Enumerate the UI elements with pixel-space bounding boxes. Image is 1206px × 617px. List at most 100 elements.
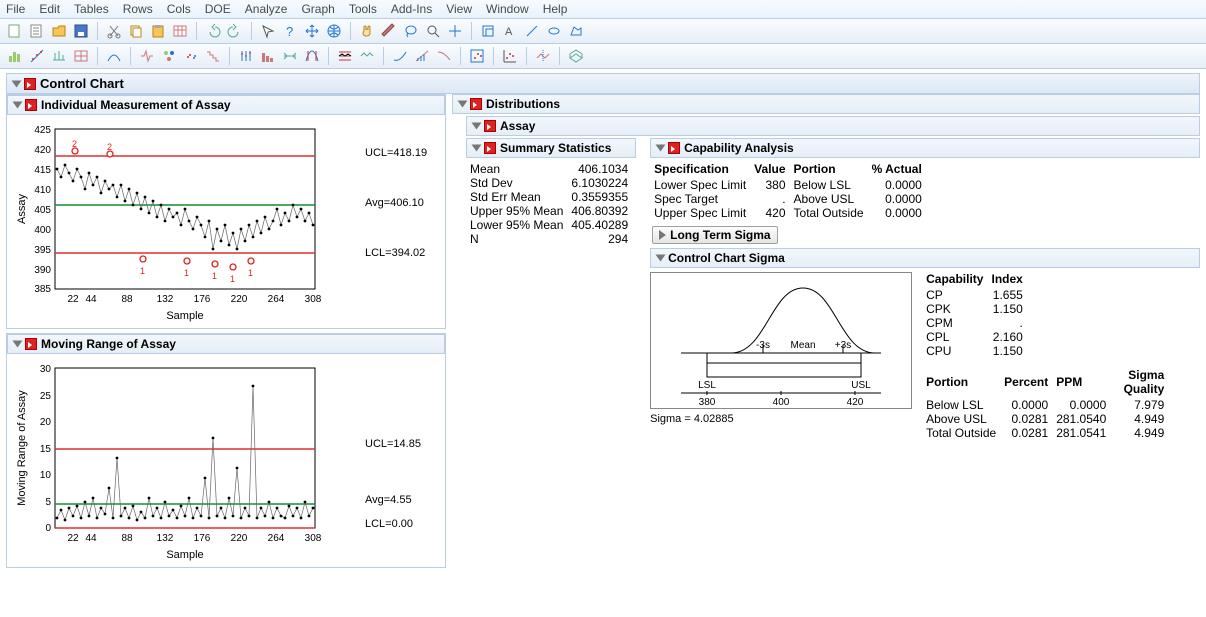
menu-cols[interactable]: Cols [167, 2, 191, 16]
menu-addins[interactable]: Add-Ins [391, 2, 432, 16]
spec-table: Specification Value Portion % Actual Low… [654, 162, 930, 220]
survival-icon[interactable] [204, 47, 222, 65]
chart2-svg[interactable]: 30 25 20 15 10 5 0 22 44 8 [11, 358, 361, 563]
life-icon[interactable] [413, 47, 431, 65]
svg-text:Sample: Sample [166, 310, 203, 322]
brush-icon[interactable] [380, 22, 398, 40]
annotate-text-icon[interactable]: A [501, 22, 519, 40]
cut-icon[interactable] [105, 22, 123, 40]
screen-icon[interactable] [138, 47, 156, 65]
sigma-plot[interactable]: -3s Mean +3s LSL USL 380 400 420 [650, 272, 912, 409]
hotspot-icon[interactable] [24, 78, 36, 90]
disclosure-icon[interactable] [12, 80, 22, 87]
capability-icon[interactable] [303, 47, 321, 65]
disclosure-icon[interactable] [656, 255, 666, 262]
multivar-icon[interactable] [160, 47, 178, 65]
disclosure-icon[interactable] [472, 123, 482, 130]
pareto-icon[interactable] [259, 47, 277, 65]
disclosure-icon[interactable] [13, 102, 23, 109]
hotspot-icon[interactable] [484, 142, 496, 154]
assay-head[interactable]: Assay [466, 116, 1200, 136]
dist-icon[interactable] [6, 47, 24, 65]
curve-icon[interactable] [391, 47, 409, 65]
new-script-icon[interactable] [28, 22, 46, 40]
annotate-shape-icon[interactable] [545, 22, 563, 40]
sigma-footer: Sigma = 4.02885 [650, 413, 912, 425]
tabulate-icon[interactable] [72, 47, 90, 65]
assay-title: Assay [500, 119, 535, 133]
menu-edit[interactable]: Edit [39, 2, 60, 16]
capability-head[interactable]: Capability Analysis [650, 138, 1200, 158]
menu-rows[interactable]: Rows [123, 2, 153, 16]
svg-text:Assay: Assay [16, 194, 28, 224]
chart1-head[interactable]: Individual Measurement of Assay [7, 95, 445, 115]
svg-text:132: 132 [157, 533, 174, 544]
lasso-icon[interactable] [402, 22, 420, 40]
profiler-icon[interactable] [534, 47, 552, 65]
copy-icon[interactable] [127, 22, 145, 40]
redo-icon[interactable] [226, 22, 244, 40]
fitxy-icon[interactable] [28, 47, 46, 65]
ccsigma-head[interactable]: Control Chart Sigma [650, 248, 1200, 268]
paste-icon[interactable] [149, 22, 167, 40]
globe-icon[interactable] [325, 22, 343, 40]
resize-icon[interactable] [479, 22, 497, 40]
menu-graph[interactable]: Graph [301, 2, 334, 16]
outline-root-head[interactable]: Control Chart [6, 73, 1200, 94]
legacy-icon[interactable] [358, 47, 376, 65]
menu-analyze[interactable]: Analyze [245, 2, 288, 16]
arrow-icon[interactable] [259, 22, 277, 40]
graph-icon[interactable] [468, 47, 486, 65]
menu-tools[interactable]: Tools [349, 2, 377, 16]
hotspot-icon[interactable] [25, 338, 37, 350]
disclosure-icon[interactable] [13, 341, 23, 348]
menu-tables[interactable]: Tables [74, 2, 109, 16]
capability-title: Capability Analysis [684, 141, 794, 155]
svg-text:44: 44 [85, 294, 97, 305]
annotate-line-icon[interactable] [523, 22, 541, 40]
scatter-icon[interactable] [501, 47, 519, 65]
save-icon[interactable] [72, 22, 90, 40]
undo-icon[interactable] [204, 22, 222, 40]
surface-icon[interactable] [567, 47, 585, 65]
menu-doe[interactable]: DOE [205, 2, 231, 16]
new-icon[interactable] [6, 22, 24, 40]
chart2-head[interactable]: Moving Range of Assay [7, 334, 445, 354]
variability-icon[interactable] [237, 47, 255, 65]
chart2-avg: Avg=4.55 [365, 494, 421, 506]
matched-icon[interactable] [50, 47, 68, 65]
menu-window[interactable]: Window [486, 2, 529, 16]
table-icon[interactable] [171, 22, 189, 40]
open-icon[interactable] [50, 22, 68, 40]
svg-text:0: 0 [45, 523, 51, 534]
chart2-lcl: LCL=0.00 [365, 518, 421, 530]
hotspot-icon[interactable] [470, 98, 482, 110]
disclosure-icon[interactable] [472, 145, 482, 152]
cluster-icon[interactable] [182, 47, 200, 65]
menu-file[interactable]: File [6, 2, 25, 16]
summary-head[interactable]: Summary Statistics [466, 138, 636, 158]
distributions-head[interactable]: Distributions [452, 94, 1200, 114]
hotspot-icon[interactable] [484, 120, 496, 132]
crosshair-icon[interactable] [446, 22, 464, 40]
disclosure-icon[interactable] [656, 145, 666, 152]
chart1-svg[interactable]: 2211111 425 420 415 410 405 400 395 [11, 119, 361, 324]
cchart-icon[interactable] [336, 47, 354, 65]
help-icon[interactable]: ? [281, 22, 299, 40]
diagram-icon[interactable] [281, 47, 299, 65]
menu-view[interactable]: View [446, 2, 472, 16]
hand-icon[interactable] [358, 22, 376, 40]
move-icon[interactable] [303, 22, 321, 40]
annotate-poly-icon[interactable] [567, 22, 585, 40]
hotspot-icon[interactable] [668, 142, 680, 154]
menu-help[interactable]: Help [543, 2, 568, 16]
cap-index-table: CapabilityIndex CP1.655 CPK1.150 CPM. CP… [926, 272, 1031, 358]
fitmodel-icon[interactable] [105, 47, 123, 65]
zoom-icon[interactable] [424, 22, 442, 40]
degrade-icon[interactable] [435, 47, 453, 65]
disclosure-icon[interactable] [458, 101, 468, 108]
hotspot-icon[interactable] [25, 99, 37, 111]
svg-text:15: 15 [40, 444, 52, 455]
longterm-button[interactable]: Long Term Sigma [652, 226, 777, 244]
svg-text:390: 390 [34, 265, 51, 276]
